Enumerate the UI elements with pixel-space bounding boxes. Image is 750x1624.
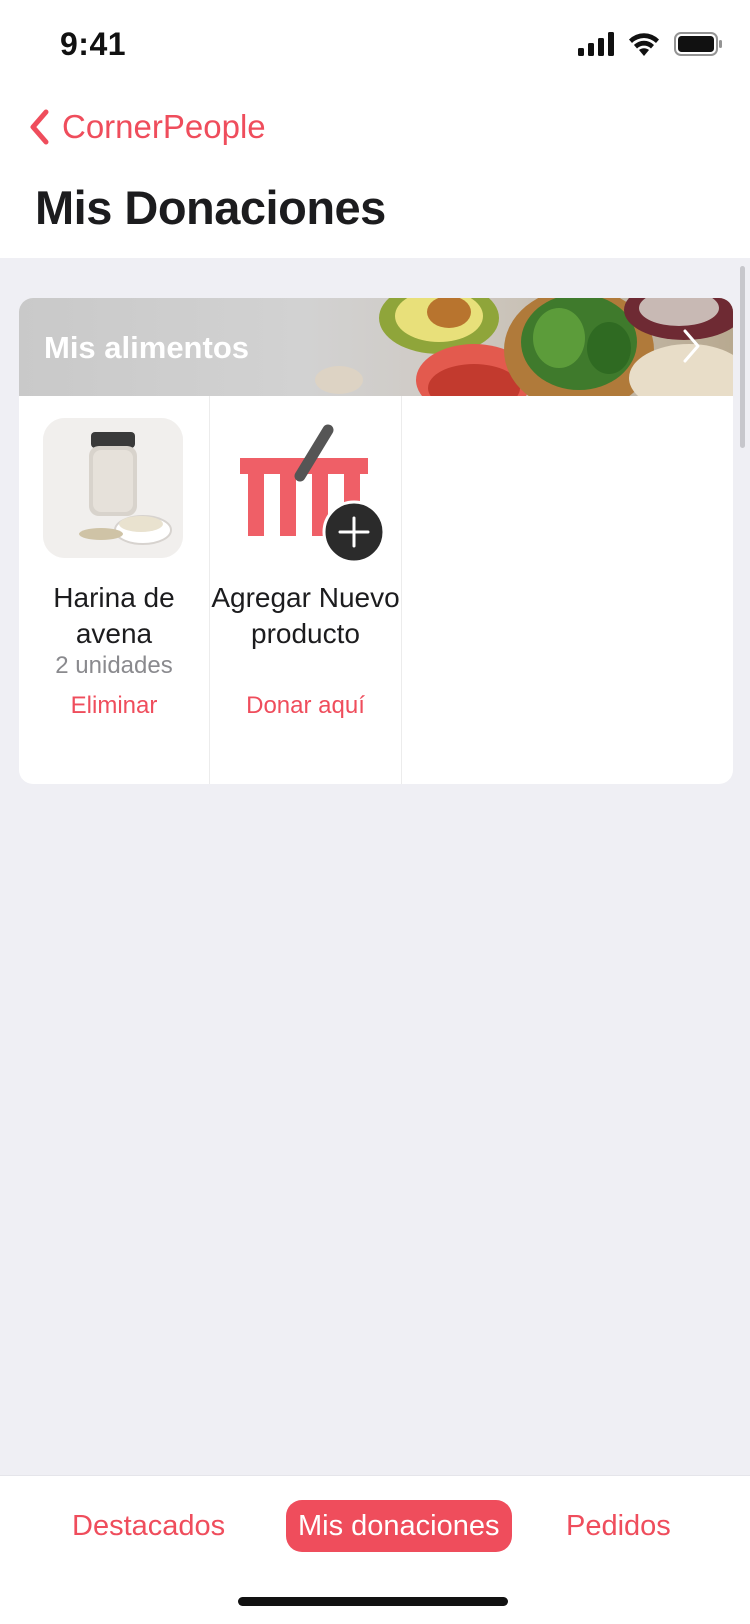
tab-mis-donaciones[interactable]: Mis donaciones bbox=[286, 1500, 512, 1552]
item-name: Harina de avena bbox=[53, 582, 175, 649]
product-image bbox=[43, 418, 183, 558]
home-indicator bbox=[238, 1597, 508, 1606]
chevron-left-icon bbox=[30, 109, 49, 145]
basket-add-icon bbox=[240, 424, 384, 564]
scroll-indicator[interactable] bbox=[740, 266, 745, 448]
tab-bar: Destacados Mis donaciones Pedidos bbox=[0, 1476, 750, 1624]
item-quantity: 2 unidades bbox=[55, 652, 173, 679]
wifi-icon bbox=[629, 33, 659, 56]
donations-card: Mis alimentos Harina de avena 2 unidades… bbox=[19, 298, 733, 784]
status-time: 9:41 bbox=[60, 26, 127, 62]
back-button[interactable]: CornerPeople bbox=[28, 108, 266, 146]
add-product-item[interactable]: Agregar Nuevo producto Donar aquí bbox=[210, 396, 402, 784]
banner-title: Mis alimentos bbox=[44, 330, 249, 365]
tab-pedidos[interactable]: Pedidos bbox=[566, 1500, 671, 1552]
donate-here-link[interactable]: Donar aquí bbox=[210, 692, 401, 720]
section-banner[interactable]: Mis alimentos bbox=[19, 298, 733, 396]
tab-destacados[interactable]: Destacados bbox=[72, 1500, 225, 1552]
status-icons bbox=[578, 32, 722, 56]
delete-item-link[interactable]: Eliminar bbox=[19, 692, 209, 720]
page-title: Mis Donaciones bbox=[35, 181, 386, 234]
item-name: Agregar Nuevo producto bbox=[211, 582, 400, 649]
donation-item[interactable]: Harina de avena 2 unidades Eliminar bbox=[19, 396, 210, 784]
header: 9:41 CornerPeople Mis Donaciones bbox=[0, 0, 750, 258]
battery-icon bbox=[674, 32, 722, 56]
chevron-right-icon[interactable] bbox=[681, 328, 703, 364]
cellular-signal-icon bbox=[578, 32, 614, 56]
back-label: CornerPeople bbox=[62, 108, 266, 145]
oat-flour-jar-image bbox=[43, 418, 183, 558]
